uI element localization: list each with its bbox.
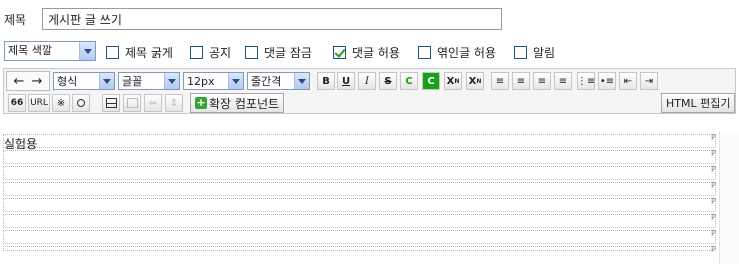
paragraph-marker: P xyxy=(711,245,716,254)
title-color-select-label: 제목 색깔 xyxy=(8,44,52,57)
paragraph-marker: P xyxy=(711,197,716,206)
align-left-icon[interactable]: ≡ xyxy=(491,72,509,90)
url-button[interactable]: URL xyxy=(28,94,50,112)
checkbox-icon[interactable] xyxy=(106,45,119,59)
paragraph-marker: P xyxy=(711,213,716,222)
paragraph-line xyxy=(3,166,716,180)
editor-area[interactable]: P P P P P P P P xyxy=(3,131,716,254)
paragraph-marker: P xyxy=(711,133,716,142)
paragraph-line xyxy=(3,134,716,148)
editor-scrollbar[interactable] xyxy=(719,131,739,264)
checkbox-icon[interactable] xyxy=(190,45,203,59)
title-label: 제목 xyxy=(4,13,27,27)
cell-icon xyxy=(123,94,141,112)
text-color-button[interactable]: C xyxy=(400,72,418,90)
extension-component-label: 확장 컴포넌트 xyxy=(209,96,280,111)
checkbox-label: 공지 xyxy=(209,45,232,60)
paragraph-line xyxy=(3,182,716,196)
font-select-label: 글꼴 xyxy=(122,75,143,88)
strike-button[interactable]: S xyxy=(379,72,397,90)
redo-icon[interactable]: → xyxy=(28,72,46,90)
checkbox-allow-trackback[interactable]: 엮인글 허용 xyxy=(418,45,497,60)
chevron-down-icon xyxy=(228,73,243,89)
chevron-down-icon xyxy=(294,73,309,89)
checkbox-icon[interactable] xyxy=(245,45,258,59)
find-button[interactable] xyxy=(72,94,90,112)
unordered-list-icon[interactable]: •≡ xyxy=(598,72,616,90)
paragraph-marker: P xyxy=(711,149,716,158)
paragraph-line xyxy=(3,230,716,244)
chevron-down-icon xyxy=(164,73,179,89)
checkbox-label: 알림 xyxy=(533,45,556,60)
checkbox-bold-title[interactable]: 제목 굵게 xyxy=(106,45,173,60)
html-editor-button[interactable]: HTML 편집기 xyxy=(661,93,736,113)
table-icon[interactable] xyxy=(102,94,120,112)
paragraph-line xyxy=(3,214,716,228)
title-color-select[interactable]: 제목 색깔 xyxy=(4,41,96,61)
merge-cells-icon: ⇔ xyxy=(144,94,162,112)
extension-component-button[interactable]: + 확장 컴포넌트 xyxy=(190,93,285,113)
checkbox-label: 제목 굵게 xyxy=(125,45,173,60)
indent-icon[interactable]: ⇥ xyxy=(640,72,658,90)
subscript-button[interactable]: XN xyxy=(466,72,484,90)
outdent-icon[interactable]: ⇤ xyxy=(619,72,637,90)
checkbox-comment-lock[interactable]: 댓글 잠금 xyxy=(245,45,312,60)
editor-content[interactable]: 실험용 xyxy=(4,135,37,152)
format-select[interactable]: 형식 xyxy=(53,72,115,90)
checkbox-icon[interactable] xyxy=(514,45,527,59)
font-select[interactable]: 글꼴 xyxy=(118,72,180,90)
superscript-button[interactable]: XN xyxy=(444,72,462,90)
undo-icon[interactable]: ← xyxy=(10,72,28,90)
paragraph-line xyxy=(3,150,716,164)
size-select-label: 12px xyxy=(187,74,215,88)
subscript-mark: N xyxy=(476,77,482,85)
superscript-label: X xyxy=(446,75,455,87)
paragraph-marker: P xyxy=(711,181,716,190)
underline-button[interactable]: U xyxy=(337,72,355,90)
align-right-icon[interactable]: ≡ xyxy=(533,72,551,90)
paragraph-line xyxy=(3,198,716,212)
paragraph-line xyxy=(3,246,716,251)
linespacing-select[interactable]: 줄간격 xyxy=(247,72,310,90)
cell-box-icon xyxy=(126,98,138,108)
editor-toolbar: ← → 형식 글꼴 12px 줄간격 B U I S C C XN XN ≡ ≡… xyxy=(3,68,736,114)
chevron-down-icon xyxy=(99,73,114,89)
italic-button[interactable]: I xyxy=(358,72,376,90)
background-color-button[interactable]: C xyxy=(422,72,440,90)
align-center-icon[interactable]: ≡ xyxy=(512,72,530,90)
superscript-mark: N xyxy=(454,77,460,85)
plus-icon: + xyxy=(195,96,207,109)
checkbox-label: 엮인글 허용 xyxy=(437,45,497,60)
split-cells-icon: ⇕ xyxy=(165,94,183,112)
paragraph-marker: P xyxy=(711,165,716,174)
align-justify-icon[interactable]: ≡ xyxy=(554,72,572,90)
checkbox-notify[interactable]: 알림 xyxy=(514,45,556,60)
linespacing-select-label: 줄간격 xyxy=(251,75,282,88)
search-icon xyxy=(77,99,85,107)
ordered-list-icon[interactable]: ⋮≡ xyxy=(577,72,595,90)
checkbox-allow-comments[interactable]: 댓글 허용 xyxy=(333,45,400,60)
paragraph-marker: P xyxy=(711,229,716,238)
size-select[interactable]: 12px xyxy=(183,72,244,90)
undo-redo-group: ← → xyxy=(6,71,50,91)
subscript-label: X xyxy=(468,75,477,87)
checkbox-notice[interactable]: 공지 xyxy=(190,45,232,60)
checkbox-label: 댓글 잠금 xyxy=(264,45,312,60)
checkbox-checked-icon[interactable] xyxy=(333,45,346,59)
quote-button[interactable]: 66 xyxy=(8,94,26,112)
format-select-label: 형식 xyxy=(57,75,78,88)
title-input[interactable]: 게시판 글 쓰기 xyxy=(42,8,502,30)
table-grid-icon xyxy=(105,98,117,108)
special-char-button[interactable]: ※ xyxy=(52,94,70,112)
bold-button[interactable]: B xyxy=(317,72,335,90)
checkbox-label: 댓글 허용 xyxy=(352,45,400,60)
checkbox-icon[interactable] xyxy=(418,45,431,59)
chevron-down-icon xyxy=(79,42,95,60)
